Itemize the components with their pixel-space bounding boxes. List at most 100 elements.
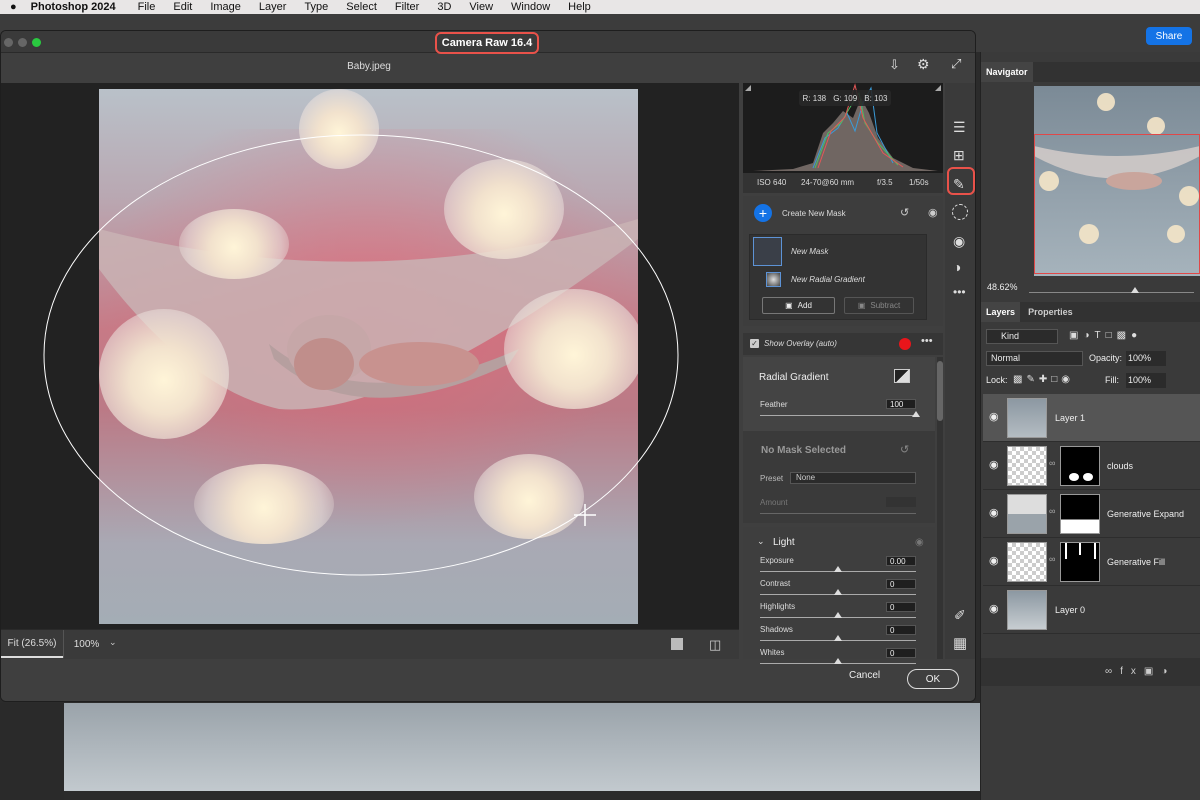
layer-row[interactable]: ◉ Layer 0	[983, 586, 1200, 634]
presets-icon[interactable]: ◑	[953, 259, 961, 275]
navigator-view-box[interactable]	[1034, 134, 1200, 274]
layer-name[interactable]: Layer 0	[1055, 605, 1085, 615]
menu-edit[interactable]: Edit	[173, 1, 192, 13]
more-icon[interactable]: •••	[921, 335, 933, 347]
layer-row[interactable]: ◉ ∞ Generative Expand	[983, 490, 1200, 538]
save-icon[interactable]: ⇩	[889, 57, 900, 73]
eye-icon[interactable]: ◉	[989, 602, 999, 615]
amount-field[interactable]	[886, 497, 916, 507]
layer-name[interactable]: Layer 1	[1055, 413, 1085, 423]
filter-icons[interactable]: ▣◑T□▩●	[1069, 330, 1142, 341]
more-icon[interactable]: •••	[953, 285, 966, 299]
crop-icon[interactable]: ⊞	[953, 147, 965, 164]
panel-scrollbar-thumb[interactable]	[937, 361, 943, 421]
app-menu[interactable]: Photoshop 2024	[31, 1, 116, 13]
close-dot[interactable]	[4, 38, 13, 47]
navigator-slider-knob[interactable]	[1131, 287, 1139, 293]
overlay-color-swatch[interactable]	[899, 338, 911, 350]
light-slider-value[interactable]: 0.00	[886, 556, 916, 566]
feather-slider[interactable]	[760, 415, 916, 416]
reset-icon[interactable]: ↺	[900, 443, 909, 456]
share-button[interactable]: Share	[1146, 27, 1192, 45]
feather-slider-knob[interactable]	[912, 411, 920, 417]
radial-gradient-component[interactable]: New Radial Gradient	[791, 275, 865, 284]
edit-sliders-icon[interactable]: ☰	[953, 119, 966, 136]
kind-filter[interactable]: Kind	[986, 329, 1058, 344]
menu-file[interactable]: File	[138, 1, 156, 13]
ok-button[interactable]: OK	[907, 669, 959, 689]
blend-mode-select[interactable]: Normal	[986, 351, 1083, 366]
layer-row[interactable]: ◉ ∞ clouds	[983, 442, 1200, 490]
layer-name[interactable]: Generative Expand	[1107, 509, 1184, 519]
light-slider-knob[interactable]	[834, 658, 842, 664]
red-eye-icon[interactable]: ◉	[953, 233, 965, 250]
create-new-mask[interactable]: Create New Mask	[782, 209, 846, 218]
menu-layer[interactable]: Layer	[259, 1, 287, 13]
menu-view[interactable]: View	[469, 1, 493, 13]
layer-row[interactable]: ◉ ∞ Generative Fill	[983, 538, 1200, 586]
light-slider-knob[interactable]	[834, 566, 842, 572]
light-slider-value[interactable]: 0	[886, 579, 916, 589]
chevron-down-icon[interactable]: ⌄	[757, 536, 765, 547]
mask-thumbnail[interactable]	[753, 237, 782, 266]
subtract-button[interactable]: ▣ Subtract	[844, 297, 914, 314]
grid-icon[interactable]: ▦	[953, 634, 967, 652]
zoom-fit-button[interactable]: Fit (26.5%)	[1, 630, 63, 658]
layers-footer-icons[interactable]: ∞fx▣◑	[981, 658, 1200, 686]
lock-icons[interactable]: ▩✎✚□◉	[1013, 374, 1074, 385]
reset-icon[interactable]: ↺	[900, 206, 909, 219]
menu-image[interactable]: Image	[210, 1, 241, 13]
navigator-zoom[interactable]: 48.62%	[987, 282, 1018, 292]
chevron-down-icon[interactable]: ⌄	[109, 637, 117, 648]
cancel-button[interactable]: Cancel	[849, 670, 880, 681]
zoom-100-button[interactable]: 100%	[63, 630, 109, 658]
add-button[interactable]: ▣ Add	[762, 297, 835, 314]
eye-icon[interactable]: ◉	[915, 537, 924, 548]
gear-icon[interactable]: ⚙	[917, 56, 930, 73]
compare-view-icon[interactable]: ◫	[709, 637, 721, 653]
layer-name[interactable]: clouds	[1107, 461, 1133, 471]
light-slider-value[interactable]: 0	[886, 648, 916, 658]
minimize-dot[interactable]	[18, 38, 27, 47]
eye-icon[interactable]: ◉	[928, 206, 938, 219]
tab-layers[interactable]: Layers	[981, 302, 1021, 322]
menu-help[interactable]: Help	[568, 1, 591, 13]
fill-field[interactable]: 100%	[1126, 373, 1166, 388]
light-slider-value[interactable]: 0	[886, 602, 916, 612]
preset-select[interactable]: None	[790, 472, 916, 484]
masking-icon[interactable]	[952, 204, 968, 220]
light-slider-knob[interactable]	[834, 635, 842, 641]
navigator-zoom-slider[interactable]	[1029, 292, 1194, 293]
overlay-checkbox[interactable]: ✓	[750, 339, 759, 348]
tab-properties[interactable]: Properties	[1023, 302, 1078, 322]
eye-icon[interactable]: ◉	[989, 410, 999, 423]
light-slider-knob[interactable]	[834, 589, 842, 595]
layer-name[interactable]: Generative Fill	[1107, 557, 1165, 567]
tab-navigator[interactable]: Navigator	[981, 62, 1033, 82]
radial-gradient-ellipse[interactable]	[41, 131, 686, 581]
eyedropper-icon[interactable]: ✐	[954, 607, 966, 624]
menu-3d[interactable]: 3D	[437, 1, 451, 13]
eye-icon[interactable]: ◉	[989, 506, 999, 519]
opacity-field[interactable]: 100%	[1126, 351, 1166, 366]
light-slider-knob[interactable]	[834, 612, 842, 618]
apple-icon[interactable]: ●	[10, 1, 17, 13]
radial-gradient-icon[interactable]	[766, 272, 781, 287]
feather-value[interactable]: 100	[886, 399, 916, 409]
menu-type[interactable]: Type	[304, 1, 328, 13]
invert-mask-icon[interactable]	[894, 369, 910, 383]
amount-slider[interactable]	[760, 513, 916, 514]
eye-icon[interactable]: ◉	[989, 458, 999, 471]
view-mode-icon[interactable]	[671, 638, 683, 650]
new-mask-label[interactable]: New Mask	[791, 247, 828, 256]
menu-window[interactable]: Window	[511, 1, 550, 13]
eye-icon[interactable]: ◉	[989, 554, 999, 567]
zoom-dot[interactable]	[32, 38, 41, 47]
feather-label: Feather	[760, 400, 788, 409]
fullscreen-icon[interactable]: ⤢	[951, 56, 961, 72]
light-slider-value[interactable]: 0	[886, 625, 916, 635]
layer-row[interactable]: ◉ Layer 1	[983, 394, 1200, 442]
menu-select[interactable]: Select	[346, 1, 377, 13]
plus-icon[interactable]: +	[754, 204, 772, 222]
menu-filter[interactable]: Filter	[395, 1, 419, 13]
